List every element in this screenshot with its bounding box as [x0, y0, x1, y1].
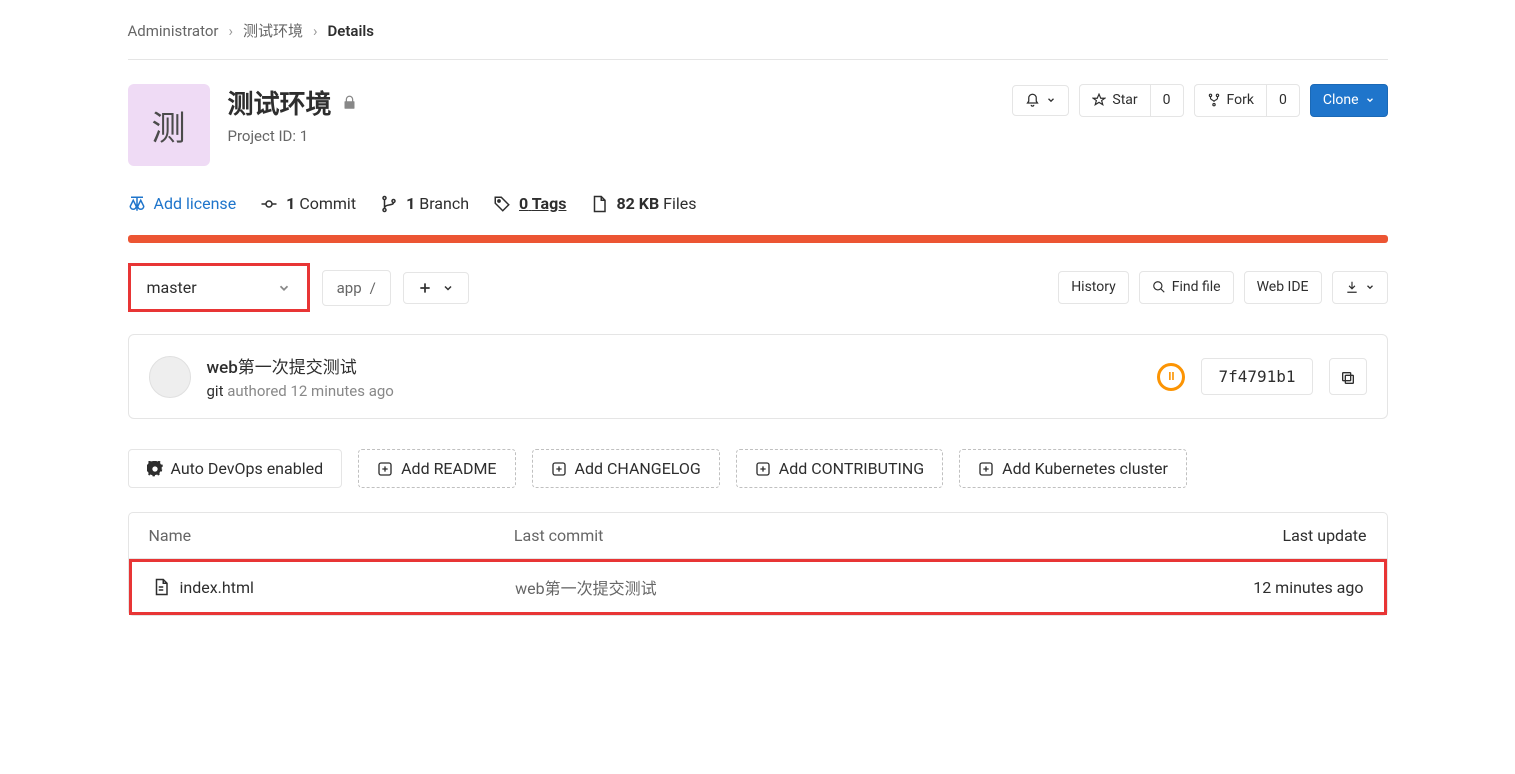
add-license-label: Add license — [154, 194, 237, 213]
path-breadcrumb[interactable]: app / — [322, 270, 391, 306]
table-head-commit: Last commit — [514, 526, 1207, 545]
find-file-button[interactable]: Find file — [1139, 271, 1234, 304]
plus-circle-icon — [377, 461, 393, 477]
download-dropdown[interactable] — [1332, 271, 1388, 304]
add-changelog-label: Add CHANGELOG — [575, 459, 701, 478]
find-file-label: Find file — [1172, 279, 1221, 296]
file-last-update: 12 minutes ago — [1204, 578, 1364, 597]
chevron-down-icon — [1046, 95, 1056, 105]
plus-circle-icon — [551, 461, 567, 477]
lock-icon — [342, 94, 357, 111]
files-stat[interactable]: 82 KB Files — [590, 194, 696, 213]
chevron-down-icon — [1365, 282, 1375, 292]
fork-count: 0 — [1266, 84, 1300, 117]
web-ide-button[interactable]: Web IDE — [1244, 271, 1322, 304]
tags-stat[interactable]: 0 Tags — [493, 194, 566, 213]
project-activity-bar — [128, 235, 1388, 243]
copy-sha-button[interactable] — [1329, 358, 1367, 395]
project-title: 测试环境 — [228, 84, 332, 121]
commits-stat[interactable]: 1 Commit — [260, 194, 356, 213]
commit-title[interactable]: web第一次提交测试 — [207, 353, 1142, 378]
gear-icon — [147, 461, 163, 477]
bell-icon — [1025, 93, 1040, 108]
star-count: 0 — [1150, 84, 1184, 117]
commit-authored-label: authored — [227, 382, 287, 400]
fork-label: Fork — [1227, 92, 1254, 109]
branch-icon — [380, 195, 398, 213]
search-icon — [1152, 280, 1166, 294]
branches-label: Branch — [419, 194, 469, 213]
pipeline-status-icon[interactable]: II — [1157, 363, 1185, 391]
path-segment: app — [337, 279, 362, 297]
file-icon — [590, 195, 608, 213]
chevron-down-icon — [1365, 95, 1375, 105]
star-icon — [1092, 93, 1106, 107]
commit-sha[interactable]: 7f4791b1 — [1201, 358, 1312, 395]
add-k8s-button[interactable]: Add Kubernetes cluster — [959, 449, 1187, 488]
clone-label: Clone — [1323, 92, 1359, 109]
add-contributing-button[interactable]: Add CONTRIBUTING — [736, 449, 943, 488]
history-button[interactable]: History — [1058, 271, 1129, 304]
breadcrumb-project[interactable]: 测试环境 — [243, 20, 303, 41]
branches-stat[interactable]: 1 Branch — [380, 194, 469, 213]
file-table: Name Last commit Last update index.html … — [128, 512, 1388, 616]
tags-label: Tags — [532, 194, 567, 213]
file-last-commit[interactable]: web第一次提交测试 — [515, 575, 1203, 599]
add-file-dropdown[interactable] — [403, 272, 469, 304]
branches-count: 1 — [406, 194, 415, 213]
tags-count: 0 — [519, 194, 528, 213]
plus-icon — [418, 281, 432, 295]
fork-button[interactable]: Fork — [1194, 84, 1266, 117]
files-label: Files — [663, 194, 696, 213]
table-head-update: Last update — [1207, 526, 1367, 545]
add-license-link[interactable]: Add license — [128, 194, 237, 213]
table-head-name: Name — [149, 526, 514, 545]
autodevops-button[interactable]: Auto DevOps enabled — [128, 449, 343, 488]
plus-circle-icon — [755, 461, 771, 477]
autodevops-label: Auto DevOps enabled — [171, 459, 324, 478]
avatar — [149, 356, 191, 398]
commits-label: Commit — [299, 194, 356, 213]
commit-author: git — [207, 382, 224, 400]
chevron-right-icon: › — [313, 22, 318, 40]
branch-name: master — [147, 278, 197, 297]
tag-icon — [493, 195, 511, 213]
star-label: Star — [1112, 92, 1137, 109]
commits-count: 1 — [286, 194, 295, 213]
commit-icon — [260, 195, 278, 213]
add-k8s-label: Add Kubernetes cluster — [1002, 459, 1168, 478]
add-readme-label: Add README — [401, 459, 496, 478]
table-row[interactable]: index.html web第一次提交测试 12 minutes ago — [129, 559, 1387, 615]
breadcrumb-root[interactable]: Administrator — [128, 22, 219, 40]
scale-icon — [128, 195, 146, 213]
add-changelog-button[interactable]: Add CHANGELOG — [532, 449, 720, 488]
plus-circle-icon — [978, 461, 994, 477]
chevron-down-icon — [442, 282, 454, 294]
last-commit-panel: web第一次提交测试 git authored 12 minutes ago I… — [128, 334, 1388, 419]
file-icon — [152, 578, 170, 596]
fork-icon — [1207, 93, 1221, 107]
project-id: Project ID: 1 — [228, 127, 995, 145]
file-name: index.html — [180, 578, 254, 597]
download-icon — [1345, 280, 1359, 294]
copy-icon — [1340, 370, 1356, 386]
chevron-right-icon: › — [228, 22, 233, 40]
breadcrumb: Administrator › 测试环境 › Details — [128, 20, 1388, 60]
clone-button[interactable]: Clone — [1310, 84, 1388, 117]
branch-selector[interactable]: master — [128, 263, 310, 312]
add-readme-button[interactable]: Add README — [358, 449, 515, 488]
add-contributing-label: Add CONTRIBUTING — [779, 459, 924, 478]
notification-dropdown[interactable] — [1012, 85, 1069, 116]
project-avatar: 测 — [128, 84, 210, 166]
breadcrumb-current: Details — [328, 22, 374, 40]
chevron-down-icon — [277, 281, 291, 295]
files-size: 82 KB — [616, 194, 659, 213]
star-button[interactable]: Star — [1079, 84, 1149, 117]
commit-time: 12 minutes ago — [290, 382, 393, 400]
